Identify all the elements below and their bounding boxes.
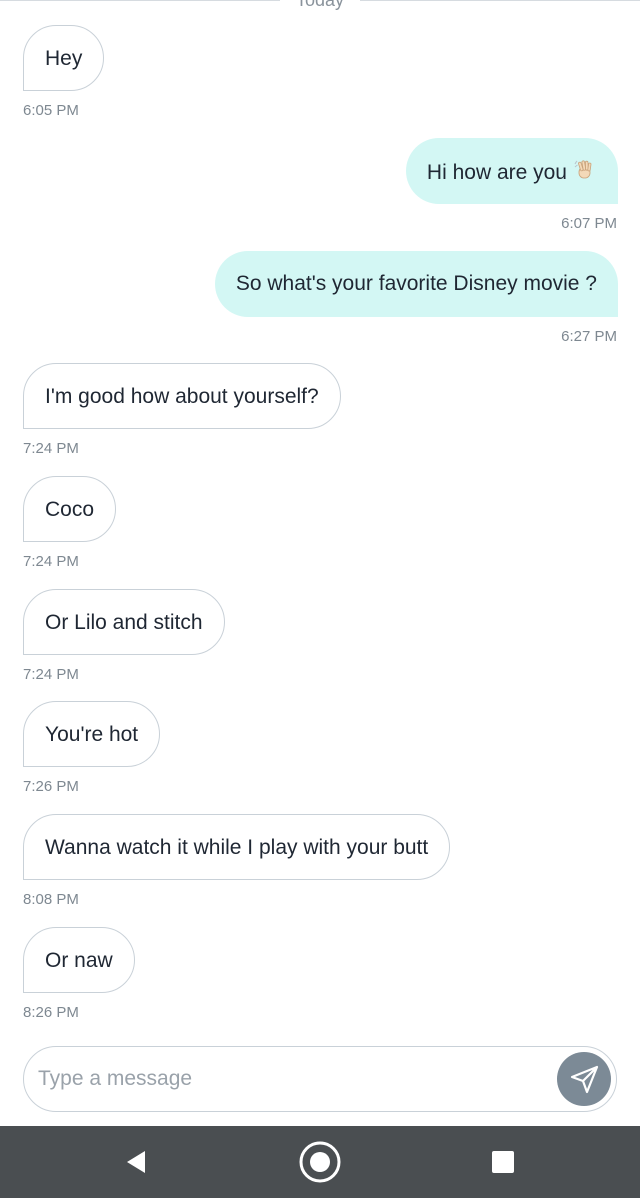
send-button[interactable] bbox=[557, 1052, 611, 1106]
recents-square-icon bbox=[491, 1150, 515, 1174]
back-triangle-icon bbox=[124, 1149, 148, 1175]
message-input[interactable] bbox=[38, 1061, 538, 1097]
divider-line-left bbox=[0, 0, 280, 1]
message-bubble-incoming[interactable]: Or naw bbox=[23, 927, 135, 993]
message-text: Or naw bbox=[45, 949, 113, 972]
message-text: So what's your favorite Disney movie ? bbox=[235, 272, 597, 295]
date-divider-label: Today bbox=[295, 0, 345, 10]
message-bubble-incoming[interactable]: Wanna watch it while I play with your bu… bbox=[23, 814, 451, 880]
message-text: Or Lilo and stitch bbox=[45, 611, 203, 634]
message-bubble-incoming[interactable]: I'm good how about yourself? bbox=[23, 363, 341, 429]
message-text: Coco bbox=[45, 498, 95, 521]
message-timestamp: 7:24 PM bbox=[23, 666, 79, 683]
message-text: Hey bbox=[45, 47, 83, 70]
message-text: Wanna watch it while I play with your bu… bbox=[45, 836, 429, 859]
waving-hand-icon bbox=[573, 158, 597, 189]
message-composer bbox=[23, 1046, 617, 1112]
message-timestamp: 7:26 PM bbox=[23, 778, 79, 795]
message-timestamp: 8:26 PM bbox=[23, 1004, 79, 1021]
message-text: Hi how are you bbox=[426, 161, 567, 185]
message-timestamp: 6:27 PM bbox=[561, 328, 617, 345]
message-bubble-outgoing[interactable]: Hi how are you bbox=[405, 138, 618, 204]
message-bubble-outgoing[interactable]: So what's your favorite Disney movie ? bbox=[214, 251, 618, 317]
message-bubble-incoming[interactable]: Coco bbox=[23, 476, 117, 542]
message-timestamp: 6:05 PM bbox=[23, 102, 79, 119]
nav-recents-button[interactable] bbox=[463, 1126, 543, 1198]
nav-back-button[interactable] bbox=[96, 1126, 176, 1198]
paper-plane-icon bbox=[567, 1062, 601, 1096]
divider-line-right bbox=[360, 0, 640, 1]
message-bubble-incoming[interactable]: You're hot bbox=[23, 701, 161, 767]
message-text: You're hot bbox=[45, 723, 139, 746]
message-timestamp: 6:07 PM bbox=[561, 215, 617, 232]
date-divider: Today bbox=[0, 0, 640, 10]
nav-home-button[interactable] bbox=[280, 1126, 360, 1198]
message-timestamp: 8:08 PM bbox=[23, 891, 79, 908]
home-circle-icon bbox=[298, 1140, 342, 1184]
system-navigation-bar bbox=[0, 1126, 640, 1198]
message-timestamp: 7:24 PM bbox=[23, 553, 79, 570]
message-bubble-incoming[interactable]: Hey bbox=[23, 25, 105, 91]
message-text: I'm good how about yourself? bbox=[45, 385, 319, 408]
message-timestamp: 7:24 PM bbox=[23, 440, 79, 457]
message-bubble-incoming[interactable]: Or Lilo and stitch bbox=[23, 589, 225, 655]
